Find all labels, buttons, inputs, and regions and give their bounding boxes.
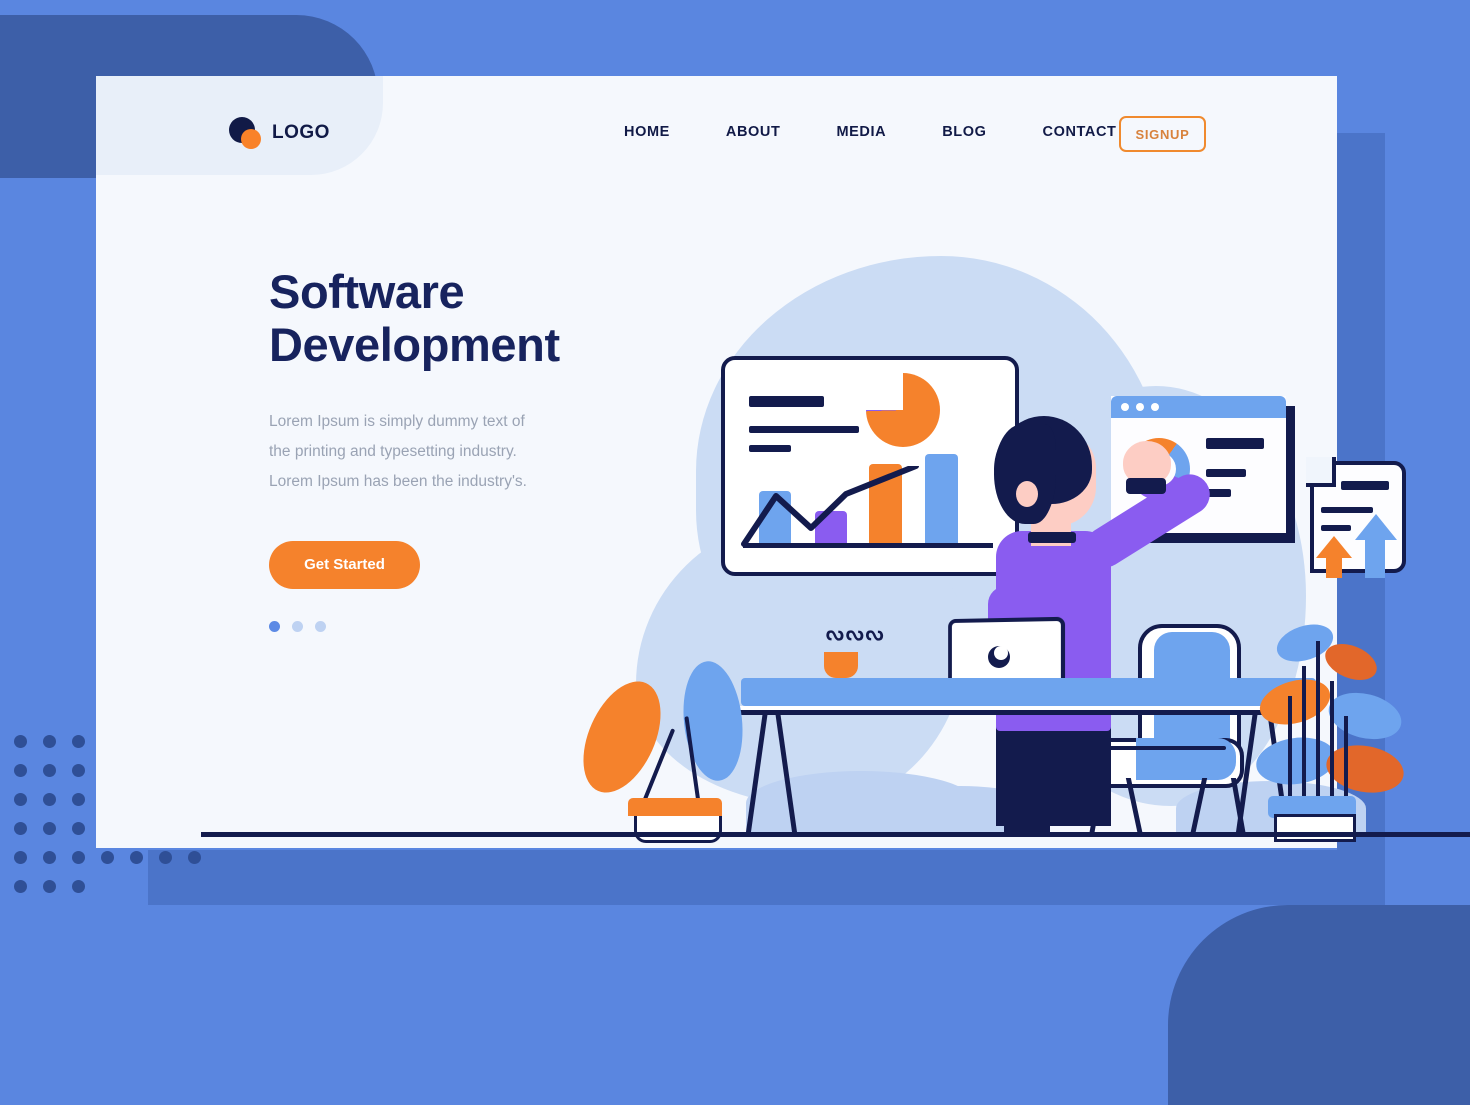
plant-right-stem-4 (1330, 681, 1334, 801)
logo[interactable]: LOGO (229, 117, 330, 149)
document-text-line-2 (1321, 507, 1373, 513)
nav-item-media[interactable]: MEDIA (808, 124, 914, 140)
site-header: LOGO HOME ABOUT MEDIA BLOG CONTACT SIGNU… (96, 76, 1337, 186)
browser-text-line-2 (1206, 469, 1246, 477)
trend-line (741, 466, 919, 547)
bar-chart-axis (743, 543, 993, 548)
nav-item-about[interactable]: ABOUT (698, 124, 809, 140)
decor-bottom-band-shape (148, 850, 1385, 905)
get-started-button[interactable]: Get Started (269, 540, 420, 589)
person-ear (1016, 481, 1038, 507)
coffee-steam-icon: ᔓᔓᔓ (826, 623, 886, 645)
hero-illustration: ᔓᔓᔓ (201, 226, 1470, 848)
logo-mark-icon (229, 117, 261, 149)
page-root: LOGO HOME ABOUT MEDIA BLOG CONTACT SIGNU… (0, 0, 1470, 1105)
person-collar (1028, 532, 1076, 543)
plant-right-stem-2 (1302, 666, 1306, 801)
desk-edge-line (726, 710, 1316, 715)
laptop-logo-inner-icon (994, 646, 1008, 660)
plant-left-pot-rim (628, 798, 722, 816)
carousel-dots (269, 620, 629, 632)
page-title: Software Development (269, 265, 629, 371)
carousel-dot-1[interactable] (269, 620, 280, 632)
browser-dot-3-icon (1151, 403, 1159, 411)
plant-right-stem-3 (1316, 641, 1320, 801)
nav-item-home[interactable]: HOME (596, 124, 698, 140)
arrow-up-orange-stem (1326, 556, 1342, 578)
whiteboard-text-line-2 (749, 426, 859, 433)
coffee-cup (824, 652, 858, 678)
hero-description: Lorem Ipsum is simply dummy text of the … (269, 413, 527, 490)
decor-bottom-right-shape-2 (1385, 905, 1470, 980)
main-navigation: HOME ABOUT MEDIA BLOG CONTACT (596, 124, 1145, 140)
plant-right-stem-5 (1344, 716, 1348, 801)
plant-right-pot-body (1274, 814, 1356, 842)
landing-page-card: LOGO HOME ABOUT MEDIA BLOG CONTACT SIGNU… (96, 76, 1470, 848)
carousel-dot-3[interactable] (315, 620, 326, 632)
document-folded-corner-icon (1306, 457, 1336, 487)
person-wristband (1126, 478, 1166, 494)
carousel-dot-2[interactable] (292, 620, 303, 632)
floor-line (201, 832, 1470, 837)
logo-text: LOGO (272, 122, 330, 143)
document-text-line-1 (1341, 481, 1389, 490)
whiteboard-text-line-3 (749, 445, 791, 452)
plant-left-pot-body (634, 816, 722, 843)
page-title-line-1: Software (269, 265, 465, 318)
person-hair-back (994, 424, 1056, 524)
browser-dot-2-icon (1136, 403, 1144, 411)
browser-text-line-1 (1206, 438, 1264, 449)
plant-right-stem-1 (1288, 696, 1292, 801)
document-text-line-3 (1321, 525, 1351, 531)
hero-section: Software Development Lorem Ipsum is simpl… (269, 265, 629, 632)
arrow-up-blue-icon (1355, 514, 1397, 540)
arrow-up-blue-stem (1365, 538, 1385, 578)
pie-chart-notch (866, 373, 903, 410)
nav-item-blog[interactable]: BLOG (914, 124, 1014, 140)
whiteboard-text-line-1 (749, 396, 824, 407)
chair-seat-line (1096, 746, 1226, 750)
page-title-line-2: Development (269, 317, 560, 371)
chair-seat-accent (1136, 738, 1236, 780)
arrow-up-orange-icon (1316, 536, 1352, 558)
signup-button[interactable]: SIGNUP (1119, 116, 1206, 152)
browser-dot-1-icon (1121, 403, 1129, 411)
